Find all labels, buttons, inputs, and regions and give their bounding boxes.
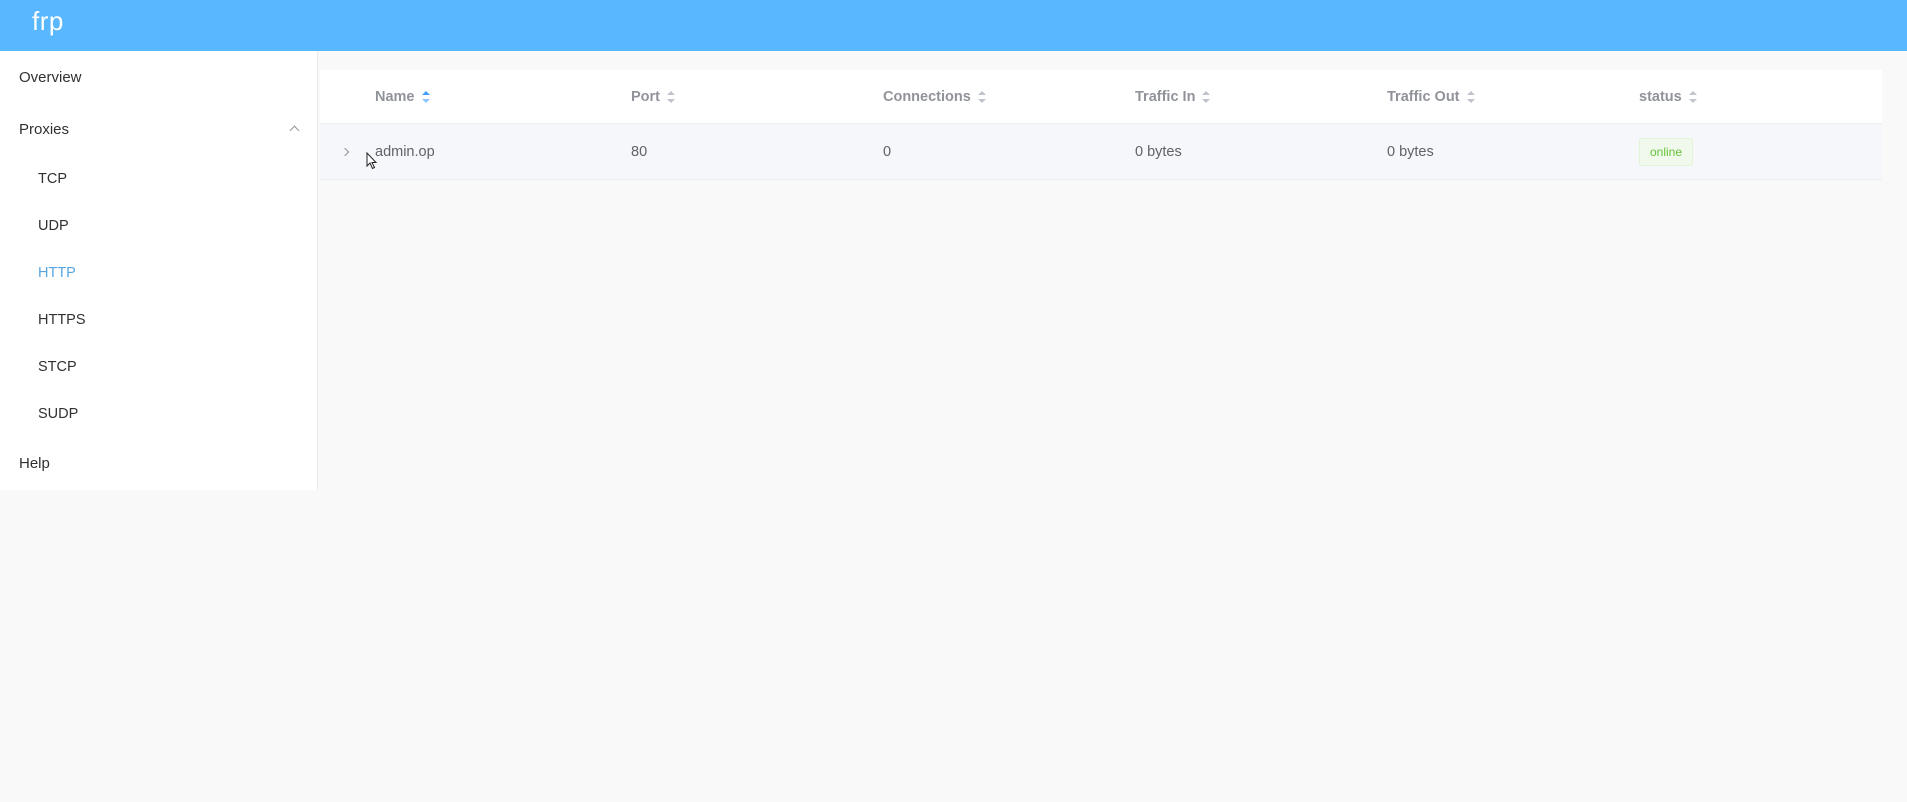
column-header-label: Traffic Out xyxy=(1387,89,1460,105)
cell-traffic-in: 0 bytes xyxy=(1135,144,1182,160)
cell-connections: 0 xyxy=(883,144,892,160)
cell-port: 80 xyxy=(631,144,648,160)
sidebar-item-label: SUDP xyxy=(38,405,79,422)
column-header-label: Name xyxy=(375,89,415,105)
cell-traffic-out: 0 bytes xyxy=(1387,144,1434,160)
top-header: frp xyxy=(0,0,1907,51)
sort-caret-icon[interactable] xyxy=(1688,91,1698,103)
sidebar-item-tcp[interactable]: TCP xyxy=(0,155,318,202)
column-header-connections[interactable]: Connections xyxy=(883,70,987,124)
sidebar-item-label: STCP xyxy=(38,358,77,375)
chevron-right-icon xyxy=(340,147,350,157)
sort-caret-icon[interactable] xyxy=(666,91,676,103)
mouse-cursor-icon xyxy=(366,152,378,170)
sidebar-item-label: HTTPS xyxy=(38,311,86,328)
sidebar-item-stcp[interactable]: STCP xyxy=(0,343,318,390)
sort-caret-icon[interactable] xyxy=(977,91,987,103)
proxies-table: Name Port Connections Traffic In Traffic… xyxy=(320,70,1882,180)
sidebar-item-label: Help xyxy=(19,454,50,472)
sidebar-item-sudp[interactable]: SUDP xyxy=(0,390,318,437)
sidebar-item-udp[interactable]: UDP xyxy=(0,202,318,249)
sidebar-item-label: Proxies xyxy=(19,120,70,138)
sort-caret-icon[interactable] xyxy=(1201,91,1211,103)
expand-row-button[interactable] xyxy=(336,124,354,180)
column-header-port[interactable]: Port xyxy=(631,70,676,124)
column-header-label: Traffic In xyxy=(1135,89,1196,105)
cell-status: online xyxy=(1639,124,1694,180)
column-header-name[interactable]: Name xyxy=(375,70,431,124)
sidebar-item-https[interactable]: HTTPS xyxy=(0,296,318,343)
sidebar-item-proxies[interactable]: Proxies xyxy=(0,103,318,155)
column-header-label: status xyxy=(1639,89,1682,105)
sidebar-menu: Overview Proxies TCP UDP HTTP HTTPS STCP… xyxy=(0,51,318,490)
sidebar-item-label: UDP xyxy=(38,217,69,234)
table-row[interactable]: admin.op 80 0 0 bytes 0 bytes online xyxy=(320,124,1882,180)
sidebar-item-label: Overview xyxy=(19,68,82,86)
sidebar-item-help[interactable]: Help xyxy=(0,437,318,489)
cell-name: admin.op xyxy=(375,144,435,160)
sidebar-item-label: TCP xyxy=(38,170,67,187)
column-header-status[interactable]: status xyxy=(1639,70,1698,124)
sidebar-item-http[interactable]: HTTP xyxy=(0,249,318,296)
sort-caret-icon[interactable] xyxy=(421,91,431,103)
table-header: Name Port Connections Traffic In Traffic… xyxy=(320,70,1882,124)
column-header-traffic-out[interactable]: Traffic Out xyxy=(1387,70,1476,124)
column-header-label: Port xyxy=(631,89,660,105)
sidebar-item-overview[interactable]: Overview xyxy=(0,51,318,103)
sort-caret-icon[interactable] xyxy=(1466,91,1476,103)
column-header-traffic-in[interactable]: Traffic In xyxy=(1135,70,1211,124)
sidebar-item-label: HTTP xyxy=(38,264,76,281)
column-header-label: Connections xyxy=(883,89,971,105)
app-brand[interactable]: frp xyxy=(32,6,64,37)
status-badge: online xyxy=(1639,138,1694,166)
chevron-up-icon xyxy=(289,125,300,136)
